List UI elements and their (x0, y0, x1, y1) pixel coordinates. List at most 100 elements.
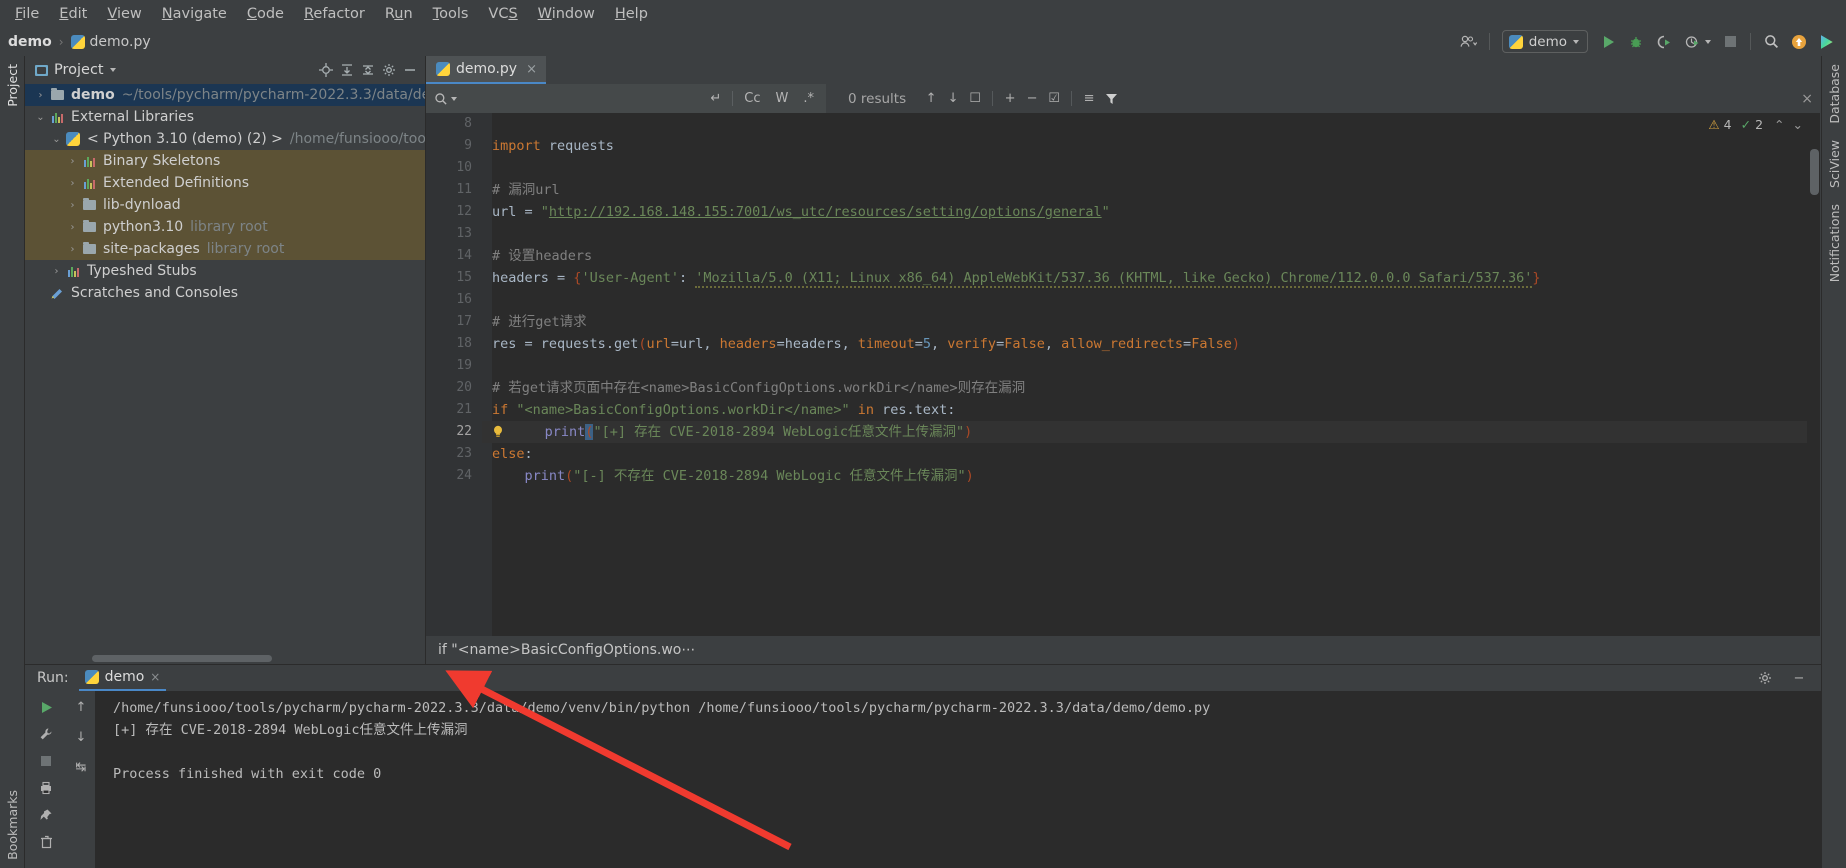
scrollbar-thumb[interactable] (92, 655, 272, 662)
code-line[interactable] (482, 223, 1821, 245)
locate-icon[interactable] (316, 61, 335, 80)
tree-expand-arrow[interactable]: › (65, 156, 80, 167)
settings-gear-icon[interactable] (1753, 666, 1777, 690)
close-icon[interactable]: × (526, 62, 537, 77)
next-match-icon[interactable]: ↓ (942, 88, 964, 110)
debug-icon[interactable] (1623, 30, 1649, 54)
tree-item-extended-definitions[interactable]: › Extended Definitions (25, 172, 425, 194)
code-line[interactable]: # 若get请求页面中存在<name>BasicConfigOptions.wo… (482, 377, 1821, 399)
profile-chevron-icon[interactable] (1705, 39, 1711, 44)
tree-expand-arrow[interactable]: ⌄ (33, 112, 48, 123)
project-horizontal-scrollbar[interactable] (25, 655, 425, 664)
match-case-option[interactable]: Cc (740, 91, 764, 106)
words-option[interactable]: W (772, 91, 793, 106)
tree-item-site-packages[interactable]: › site-packages library root (25, 238, 425, 260)
project-tree[interactable]: › demo ~/tools/pycharm/pycharm-2022.3.3/da… (25, 84, 425, 655)
new-line-icon[interactable]: ↵ (706, 91, 725, 106)
trash-icon[interactable] (34, 830, 58, 854)
code-line[interactable] (482, 355, 1821, 377)
close-icon[interactable]: × (150, 670, 160, 684)
code-line[interactable]: res = requests.get(url=url, headers=head… (482, 333, 1821, 355)
code-line[interactable]: # 进行get请求 (482, 311, 1821, 333)
tree-item-external-libraries[interactable]: ⌄ External Libraries (25, 106, 425, 128)
close-find-icon[interactable]: × (1801, 91, 1813, 107)
breadcrumb-file[interactable]: demo.py (70, 34, 151, 50)
hide-icon[interactable]: − (1787, 666, 1811, 690)
expand-all-icon[interactable] (337, 61, 356, 80)
tree-expand-arrow[interactable]: › (65, 222, 80, 233)
menu-item-view[interactable]: View (98, 3, 150, 25)
code-line[interactable] (482, 289, 1821, 311)
wrench-settings-icon[interactable] (34, 722, 58, 746)
open-in-find-window-icon[interactable]: ☐ (964, 88, 986, 110)
scroll-down-icon[interactable]: ↓ (69, 725, 93, 749)
code-line[interactable]: import requests (482, 135, 1821, 157)
tree-expand-arrow[interactable]: › (65, 178, 80, 189)
error-stripe-markers[interactable] (1807, 113, 1821, 636)
menu-item-tools[interactable]: Tools (424, 3, 478, 25)
run-tab-demo[interactable]: demo × (78, 665, 167, 691)
project-view-chevron-icon[interactable] (109, 68, 116, 72)
code-line[interactable] (482, 113, 1821, 135)
code-line[interactable]: print("[+] 存在 CVE-2018-2894 WebLogic任意文件… (482, 421, 1821, 443)
menu-item-edit[interactable]: Edit (50, 3, 96, 25)
add-selection-icon[interactable]: + (999, 88, 1021, 110)
select-all-occurrences-icon[interactable]: ☑ (1043, 88, 1065, 110)
pin-icon[interactable] (34, 803, 58, 827)
tree-item-typeshed-stubs[interactable]: › Typeshed Stubs (25, 260, 425, 282)
code-line[interactable]: print("[-] 不存在 CVE-2018-2894 WebLogic 任意… (482, 465, 1821, 487)
code-line[interactable] (482, 157, 1821, 179)
breadcrumb-statement[interactable]: if "<name>BasicConfigOptions.wo⋯ (438, 642, 695, 658)
tool-window-bookmarks[interactable]: Bookmarks (1, 782, 24, 868)
menu-item-vcs[interactable]: VCS (479, 3, 526, 25)
collapse-all-icon[interactable] (358, 61, 377, 80)
tree-item-scratches-and-consoles[interactable]: Scratches and Consoles (25, 282, 425, 304)
settings-gear-icon[interactable] (379, 61, 398, 80)
inspection-widget[interactable]: ⚠ 4 ✓ 2 ⌃ ⌄ (1708, 117, 1803, 132)
filter-icon[interactable] (1100, 88, 1122, 110)
code-line[interactable]: url = "http://192.168.148.155:7001/ws_ut… (482, 201, 1821, 223)
tool-window-sciview[interactable]: SciView (1823, 132, 1846, 196)
menu-item-file[interactable]: File (6, 3, 48, 25)
code-line[interactable]: # 漏洞url (482, 179, 1821, 201)
menu-item-run[interactable]: Run (376, 3, 422, 25)
scroll-up-icon[interactable]: ↑ (69, 695, 93, 719)
tool-window-project[interactable]: Project (1, 56, 24, 115)
code-line[interactable]: # 设置headers (482, 245, 1821, 267)
tree-expand-arrow[interactable]: › (65, 200, 80, 211)
filter-options-icon[interactable]: ≡ (1078, 88, 1100, 110)
tree-item-binary-skeletons[interactable]: › Binary Skeletons (25, 150, 425, 172)
menu-item-help[interactable]: Help (606, 3, 657, 25)
find-history-chevron-icon[interactable] (451, 96, 457, 101)
tree-expand-arrow[interactable]: ⌄ (49, 134, 64, 145)
code-line[interactable]: if "<name>BasicConfigOptions.workDir</na… (482, 399, 1821, 421)
intention-bulb-icon[interactable] (492, 423, 504, 437)
tool-window-database[interactable]: Database (1823, 56, 1846, 132)
user-icon[interactable] (1456, 30, 1482, 54)
coverage-icon[interactable] (1651, 30, 1677, 54)
inspection-prev-icon[interactable]: ⌃ (1774, 117, 1784, 132)
inspection-next-icon[interactable]: ⌄ (1793, 117, 1803, 132)
run-configuration-selector[interactable]: demo (1501, 30, 1588, 53)
tree-item-python3-10[interactable]: › python3.10 library root (25, 216, 425, 238)
tool-window-notifications[interactable]: Notifications (1823, 196, 1846, 290)
stop-icon[interactable] (1717, 30, 1743, 54)
code-text[interactable]: import requests # 漏洞url url = "http://192… (482, 113, 1821, 636)
code-line[interactable]: else: (482, 443, 1821, 465)
tree-item-demo[interactable]: › demo ~/tools/pycharm/pycharm-2022.3.3/da… (25, 84, 425, 106)
profile-icon[interactable] (1679, 30, 1705, 54)
tree-item-python-3-10-demo-2[interactable]: ⌄ < Python 3.10 (demo) (2) > /home/funsioo… (25, 128, 425, 150)
code-view[interactable]: 8 9 10 11 12 13 14 15 16 17 18 19 20 21 22 23 24 import … (426, 113, 1821, 636)
tab-demo-py[interactable]: demo.py × (426, 56, 546, 84)
rerun-icon[interactable] (34, 695, 58, 719)
breadcrumb-project[interactable]: demo (8, 34, 52, 50)
menu-item-code[interactable]: Code (238, 3, 293, 25)
run-console[interactable]: /home/funsiooo/tools/pycharm/pycharm-202… (95, 691, 1821, 868)
find-input-wrapper[interactable]: ↵ Cc W .* (426, 84, 826, 113)
line-number-gutter[interactable]: 8 9 10 11 12 13 14 15 16 17 18 19 20 21 22 23 24 (426, 113, 482, 636)
tree-expand-arrow[interactable]: › (49, 266, 64, 277)
print-icon[interactable] (34, 776, 58, 800)
menu-item-refactor[interactable]: Refactor (295, 3, 374, 25)
hide-icon[interactable] (400, 61, 419, 80)
soft-wrap-icon[interactable]: ↹ (69, 755, 93, 779)
